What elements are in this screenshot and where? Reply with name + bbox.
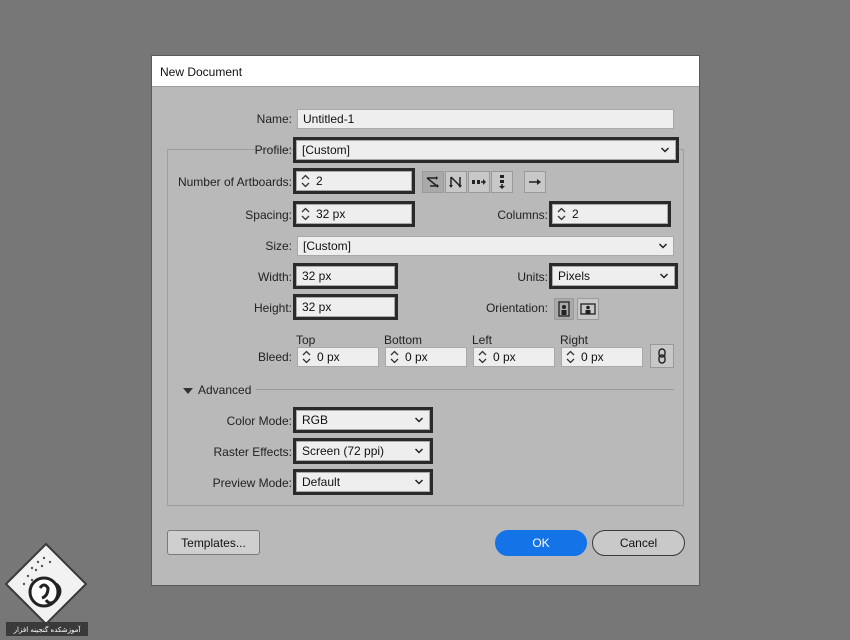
size-dropdown[interactable]: [Custom] [297, 236, 674, 256]
portrait-button[interactable] [554, 298, 574, 320]
landscape-icon [580, 303, 596, 315]
spinner-icon[interactable] [477, 350, 488, 364]
raster-effects-dropdown[interactable]: Screen (72 ppi) [293, 438, 433, 464]
preview-mode-dropdown[interactable]: Default [293, 469, 433, 495]
bleed-top-label: Top [296, 333, 316, 347]
height-input[interactable]: 32 px [293, 294, 398, 320]
profile-label: Profile: [254, 143, 292, 157]
size-label: Size: [265, 239, 292, 253]
units-label: Units: [517, 270, 548, 284]
bleed-bottom-stepper[interactable]: 0 px [385, 347, 467, 367]
arrange-by-row-button[interactable] [468, 171, 490, 193]
chevron-down-icon [414, 445, 424, 457]
bleed-left-value: 0 px [493, 350, 516, 364]
spinner-icon[interactable] [565, 350, 576, 364]
ok-button[interactable]: OK [495, 530, 587, 556]
artboards-stepper[interactable]: 2 [293, 168, 415, 194]
cancel-button[interactable]: Cancel [592, 530, 685, 556]
portrait-icon [558, 301, 570, 317]
spinner-icon[interactable] [556, 207, 567, 221]
width-input[interactable]: 32 px [293, 263, 398, 289]
spinner-icon[interactable] [300, 174, 311, 188]
change-to-rtl-button[interactable] [524, 171, 546, 193]
artboards-label: Number of Artboards: [177, 175, 292, 189]
bleed-top-value: 0 px [317, 350, 340, 364]
name-input[interactable]: Untitled-1 [297, 109, 674, 129]
spinner-icon[interactable] [301, 350, 312, 364]
chevron-down-icon [658, 240, 668, 252]
spinner-icon[interactable] [300, 207, 311, 221]
watermark-text: آموزشکده گنجینه افزار [13, 625, 82, 634]
color-mode-dropdown[interactable]: RGB [293, 407, 433, 433]
advanced-toggle[interactable]: Advanced [198, 383, 251, 397]
dialog-title: New Document [160, 65, 243, 79]
columns-label: Columns: [497, 208, 548, 222]
size-value: [Custom] [303, 239, 352, 253]
watermark-logo: آموزشکده گنجینه افزار [4, 542, 88, 636]
units-value: Pixels [558, 269, 591, 283]
preview-mode-value: Default [302, 475, 341, 489]
grid-by-column-button[interactable] [445, 171, 467, 193]
chevron-down-icon [414, 414, 424, 426]
bleed-bottom-label: Bottom [384, 333, 423, 347]
landscape-button[interactable] [577, 298, 599, 320]
name-label: Name: [256, 112, 292, 126]
dialog-titlebar[interactable]: New Document [152, 56, 699, 87]
bleed-right-label: Right [560, 333, 589, 347]
color-mode-value: RGB [302, 413, 329, 427]
chevron-down-icon [414, 476, 424, 488]
bleed-right-stepper[interactable]: 0 px [561, 347, 643, 367]
spinner-icon[interactable] [389, 350, 400, 364]
color-mode-label: Color Mode: [226, 414, 292, 428]
chevron-down-icon [660, 144, 670, 156]
arrow-right-icon [529, 179, 541, 185]
height-label: Height: [253, 301, 292, 315]
units-dropdown[interactable]: Pixels [549, 263, 678, 289]
bleed-top-stepper[interactable]: 0 px [297, 347, 379, 367]
profile-dropdown[interactable]: [Custom] [293, 137, 679, 163]
spacing-stepper[interactable]: 32 px [293, 201, 415, 227]
orientation-label: Orientation: [485, 301, 548, 315]
raster-effects-value: Screen (72 ppi) [302, 444, 385, 458]
chevron-down-icon [659, 270, 669, 282]
chain-link-icon [658, 348, 666, 364]
raster-effects-label: Raster Effects: [213, 445, 292, 459]
arrange-by-column-icon [499, 175, 505, 189]
columns-stepper[interactable]: 2 [549, 201, 671, 227]
grid-by-row-icon [426, 176, 439, 188]
arrange-by-row-icon [472, 179, 486, 185]
bleed-label: Bleed: [257, 350, 292, 364]
bleed-right-value: 0 px [581, 350, 604, 364]
bleed-bottom-value: 0 px [405, 350, 428, 364]
bleed-left-label: Left [472, 333, 493, 347]
templates-button[interactable]: Templates... [167, 530, 260, 555]
width-label: Width: [257, 270, 292, 284]
profile-value: [Custom] [302, 143, 351, 157]
new-document-dialog: New Document Name: Untitled-1 Profile: [… [151, 55, 700, 586]
spacing-value: 32 px [316, 207, 346, 221]
spacing-label: Spacing: [245, 208, 292, 222]
grid-by-row-button[interactable] [422, 171, 444, 193]
link-bleed-button[interactable] [650, 344, 674, 368]
bleed-left-stepper[interactable]: 0 px [473, 347, 555, 367]
advanced-divider [256, 389, 674, 390]
columns-value: 2 [572, 207, 579, 221]
preview-mode-label: Preview Mode: [212, 476, 292, 490]
grid-by-column-icon [449, 176, 462, 188]
arrange-by-column-button[interactable] [491, 171, 513, 193]
triangle-down-icon[interactable] [183, 387, 193, 395]
artboards-value: 2 [316, 174, 323, 188]
